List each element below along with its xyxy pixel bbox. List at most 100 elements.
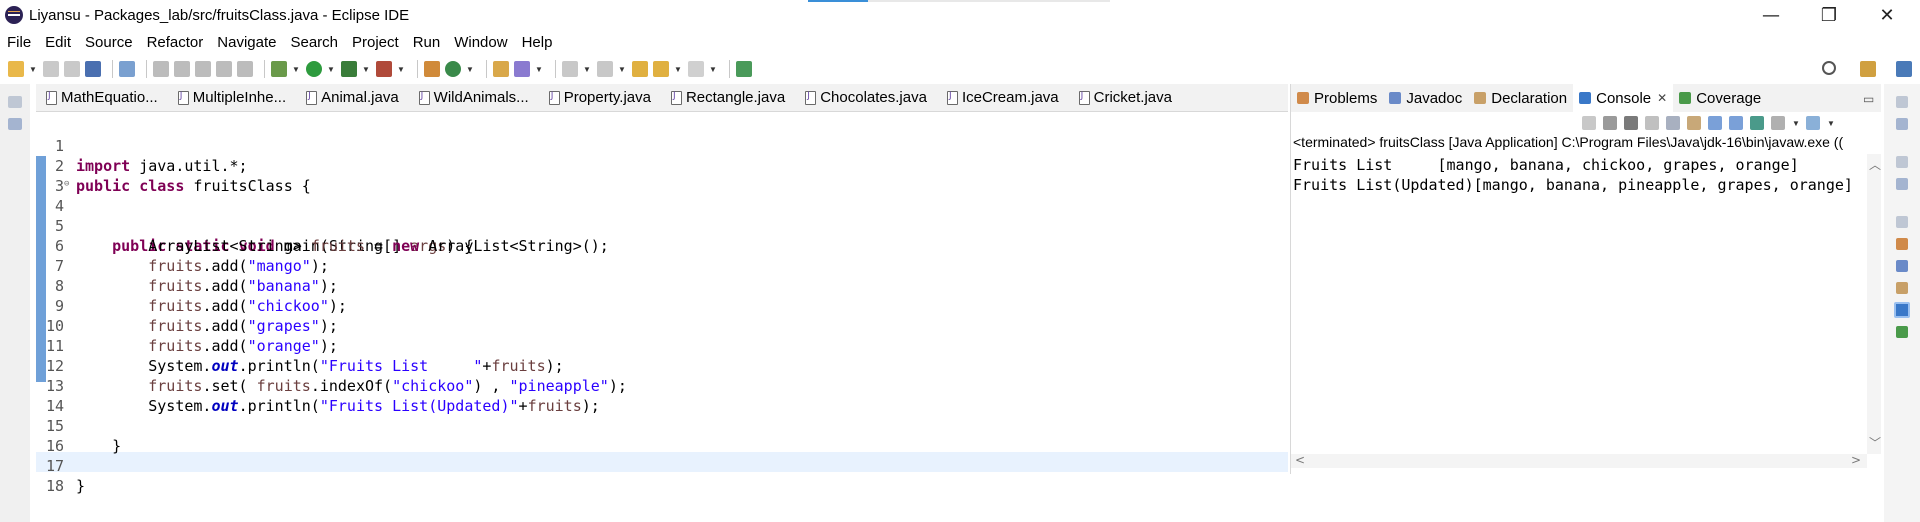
next-annotation-dropdown-icon[interactable]: ▼ <box>583 61 591 77</box>
open-perspective-icon[interactable] <box>1860 61 1876 77</box>
tab-multipleinheritance[interactable]: MultipleInhe... <box>168 84 296 112</box>
menu-navigate[interactable]: Navigate <box>210 34 283 51</box>
previous-annotation-dropdown-icon[interactable]: ▼ <box>618 61 626 77</box>
menu-file[interactable]: File <box>0 34 38 51</box>
terminal-icon[interactable] <box>85 61 101 77</box>
back-icon[interactable] <box>653 61 669 77</box>
new-java-package-icon[interactable] <box>424 61 440 77</box>
previous-annotation-icon[interactable] <box>597 61 613 77</box>
tab-animal[interactable]: Animal.java <box>296 84 409 112</box>
new-dropdown-icon[interactable]: ▼ <box>29 61 37 77</box>
menu-window[interactable]: Window <box>447 34 514 51</box>
tab-icecream[interactable]: IceCream.java <box>937 84 1069 112</box>
save-all-icon[interactable] <box>64 61 80 77</box>
external-tools-dropdown-icon[interactable]: ▼ <box>397 61 405 77</box>
open-console-dropdown-icon[interactable]: ▼ <box>1827 115 1835 131</box>
menu-source[interactable]: Source <box>78 34 140 51</box>
back-dropdown-icon[interactable]: ▼ <box>674 61 682 77</box>
tab-coverage[interactable]: Coverage <box>1673 84 1767 112</box>
next-annotation-icon[interactable] <box>562 61 578 77</box>
menu-run[interactable]: Run <box>406 34 448 51</box>
restore-view-icon[interactable] <box>1896 96 1908 108</box>
scroll-up-icon[interactable]: ︿ <box>1869 156 1881 173</box>
tab-javadoc[interactable]: Javadoc <box>1383 84 1468 112</box>
debug-icon[interactable] <box>271 61 287 77</box>
menu-help[interactable]: Help <box>515 34 560 51</box>
vertical-scrollbar[interactable]: ︿ ﹀ <box>1867 154 1881 454</box>
menu-search[interactable]: Search <box>283 34 345 51</box>
display-console-dropdown-icon[interactable]: ▼ <box>1792 115 1800 131</box>
last-edit-location-icon[interactable] <box>632 61 648 77</box>
coverage-dropdown-icon[interactable]: ▼ <box>362 61 370 77</box>
tab-declaration[interactable]: Declaration <box>1468 84 1573 112</box>
search-tool-icon[interactable] <box>514 61 530 77</box>
scroll-right-icon[interactable]: > <box>1851 453 1861 467</box>
coverage-icon[interactable] <box>1896 326 1908 338</box>
javadoc-icon[interactable] <box>1896 260 1908 272</box>
open-console-icon[interactable] <box>1806 116 1820 130</box>
scroll-lock-icon[interactable] <box>1666 116 1680 130</box>
external-tools-icon[interactable] <box>376 61 392 77</box>
restore-button[interactable]: ❐ <box>1806 0 1852 30</box>
search-icon[interactable] <box>1822 61 1836 75</box>
show-whitespace-icon[interactable] <box>237 61 253 77</box>
tab-console[interactable]: Console ✕ <box>1573 84 1674 112</box>
show-on-stdout-icon[interactable] <box>1708 116 1722 130</box>
tab-rectangle[interactable]: Rectangle.java <box>661 84 795 112</box>
fold-collapse-icon[interactable]: ⊖ <box>64 174 69 194</box>
coverage-run-icon[interactable] <box>341 61 357 77</box>
console-output-line[interactable]: Fruits List(Updated)[mango, banana, pine… <box>1293 176 1853 194</box>
horizontal-scrollbar[interactable]: < > <box>1291 453 1867 468</box>
declaration-icon[interactable] <box>1896 282 1908 294</box>
block-selection-icon[interactable] <box>195 61 211 77</box>
clear-console-icon[interactable] <box>1645 116 1659 130</box>
console-icon[interactable] <box>1894 302 1910 318</box>
remove-launch-icon[interactable] <box>1603 116 1617 130</box>
toggle-mark-occurrences-icon[interactable] <box>174 61 190 77</box>
tab-chocolates[interactable]: Chocolates.java <box>795 84 937 112</box>
menu-refactor[interactable]: Refactor <box>140 34 211 51</box>
new-java-class-icon[interactable] <box>445 61 461 77</box>
new-class-dropdown-icon[interactable]: ▼ <box>466 61 474 77</box>
display-console-icon[interactable] <box>1771 116 1785 130</box>
tab-cricket[interactable]: Cricket.java <box>1069 84 1182 112</box>
show-on-stderr-icon[interactable] <box>1729 116 1743 130</box>
run-icon[interactable] <box>306 61 322 77</box>
pin-editor-icon[interactable] <box>736 61 752 77</box>
new-icon[interactable] <box>8 61 24 77</box>
java-perspective-icon[interactable] <box>1896 61 1912 77</box>
restore-view-icon[interactable] <box>8 96 22 108</box>
pin-console-icon[interactable] <box>1750 116 1764 130</box>
problems-icon[interactable] <box>1896 238 1908 250</box>
remove-all-terminated-icon[interactable] <box>1624 116 1638 130</box>
open-type-icon[interactable] <box>493 61 509 77</box>
word-wrap-icon[interactable] <box>216 61 232 77</box>
debug-dropdown-icon[interactable]: ▼ <box>292 61 300 77</box>
outline-icon[interactable] <box>1896 118 1908 130</box>
tab-mathequation[interactable]: MathEquatio... <box>36 84 168 112</box>
menu-project[interactable]: Project <box>345 34 406 51</box>
restore-view-icon[interactable] <box>1896 156 1908 168</box>
task-list-icon[interactable] <box>1896 178 1908 190</box>
tab-wildanimals[interactable]: WildAnimals... <box>409 84 539 112</box>
minimize-view-icon[interactable]: ▭ <box>1863 92 1874 106</box>
restore-view-icon[interactable] <box>1896 216 1908 228</box>
console-output-line[interactable]: Fruits List [mango, banana, chickoo, gra… <box>1293 156 1799 174</box>
scroll-left-icon[interactable]: < <box>1295 453 1305 467</box>
package-explorer-icon[interactable] <box>8 118 22 130</box>
code-editor[interactable]: 1 import java.util.*; 2 public class fru… <box>36 112 1288 522</box>
open-declaration-icon[interactable] <box>153 61 169 77</box>
close-tab-icon[interactable]: ✕ <box>1657 91 1667 105</box>
minimize-button[interactable]: — <box>1748 0 1794 30</box>
forward-icon[interactable] <box>688 61 704 77</box>
tab-property[interactable]: Property.java <box>539 84 661 112</box>
skip-breakpoints-icon[interactable] <box>119 61 135 77</box>
search-dropdown-icon[interactable]: ▼ <box>535 61 543 77</box>
tab-problems[interactable]: Problems <box>1291 84 1383 112</box>
forward-dropdown-icon[interactable]: ▼ <box>709 61 717 77</box>
word-wrap-icon[interactable] <box>1687 116 1701 130</box>
scroll-down-icon[interactable]: ﹀ <box>1869 434 1881 451</box>
close-window-button[interactable]: ✕ <box>1864 0 1910 30</box>
run-dropdown-icon[interactable]: ▼ <box>327 61 335 77</box>
menu-edit[interactable]: Edit <box>38 34 78 51</box>
